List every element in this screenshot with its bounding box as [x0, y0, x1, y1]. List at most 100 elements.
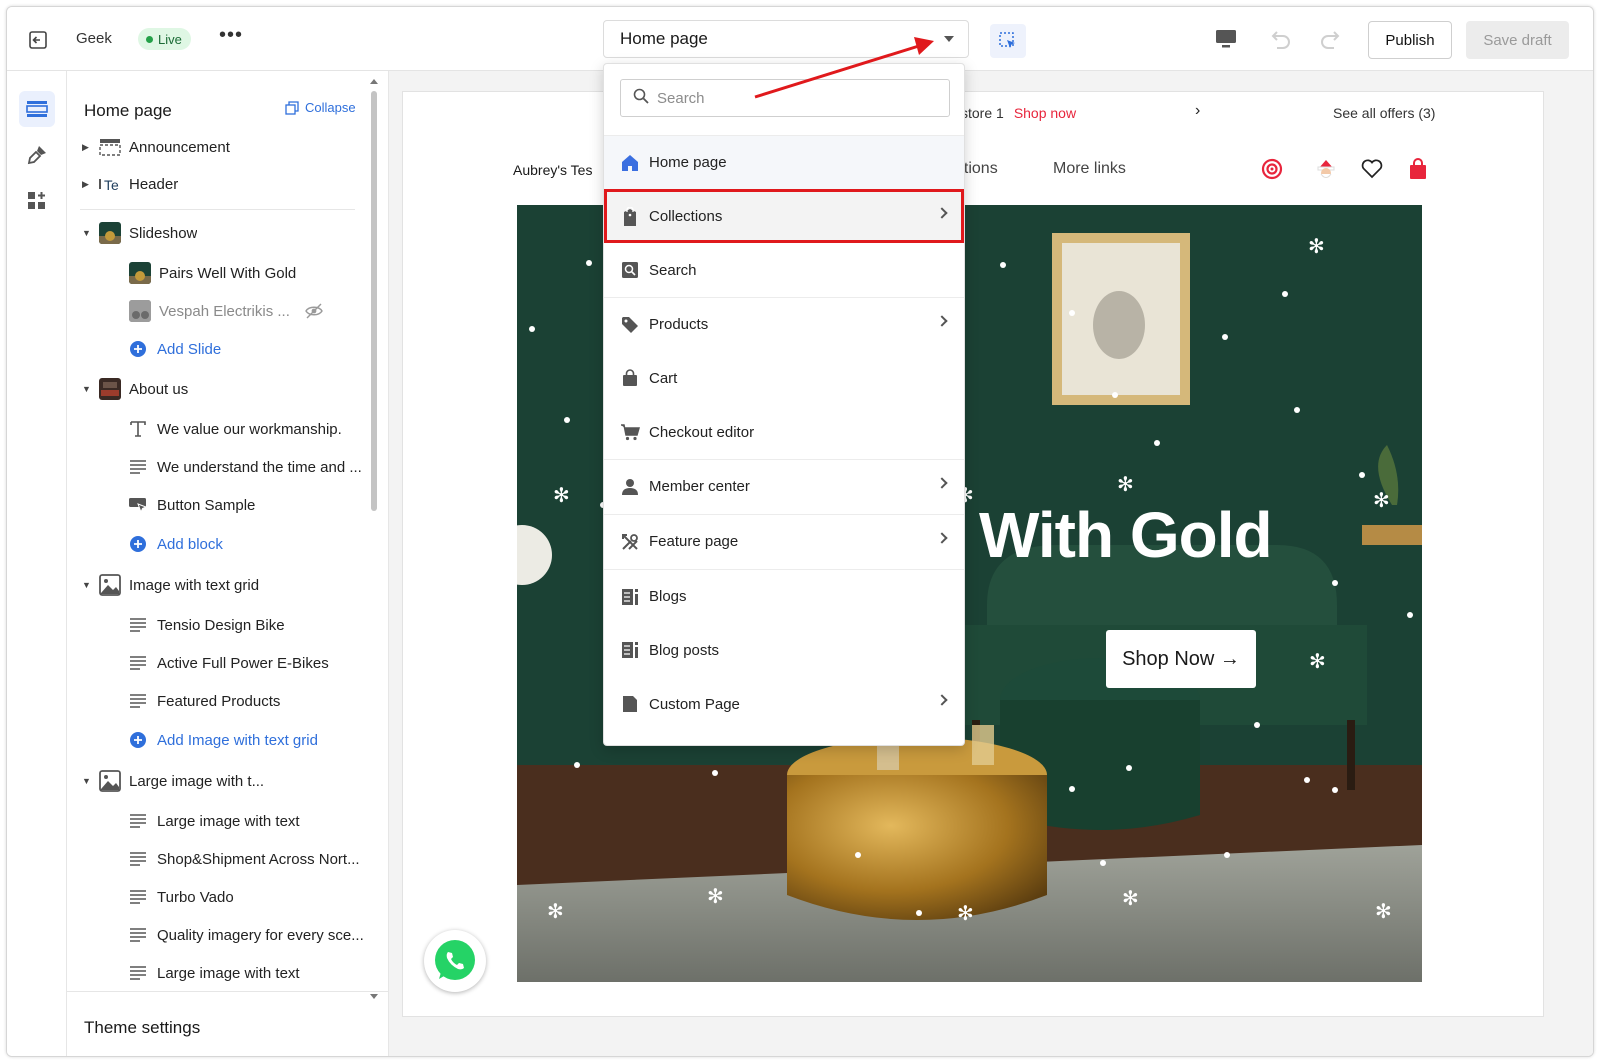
- block-large-1[interactable]: Large image with text: [67, 803, 369, 839]
- page-search-input[interactable]: [657, 89, 937, 107]
- collapse-button[interactable]: Collapse: [285, 100, 356, 115]
- add-block-label: Add block: [157, 535, 223, 553]
- page-selector-label: Home page: [620, 29, 708, 48]
- announcement-bar: store 1 Shop now › See all offers (3): [403, 92, 1543, 134]
- sections-sidebar: Home page Collapse ▶ Announcement ▶ Te H…: [67, 71, 389, 1056]
- add-block-button[interactable]: Add block: [67, 526, 369, 562]
- block-grid-3[interactable]: Featured Products: [67, 683, 369, 719]
- scrollbar-thumb[interactable]: [371, 91, 377, 511]
- section-header[interactable]: ▶ Te Header: [67, 166, 369, 202]
- section-announcement[interactable]: ▶ Announcement: [67, 129, 369, 165]
- publish-button[interactable]: Publish: [1368, 21, 1452, 59]
- text-block-icon: [127, 419, 149, 439]
- santa-icon[interactable]: [1314, 157, 1338, 181]
- exit-editor-icon[interactable]: [27, 29, 49, 51]
- paragraph-block-icon: [127, 811, 149, 831]
- svg-text:✻: ✻: [1117, 472, 1134, 496]
- section-image-with-text-grid[interactable]: ▼ Image with text grid: [67, 567, 369, 603]
- page-search-field[interactable]: [620, 79, 950, 117]
- undo-icon[interactable]: [1268, 29, 1292, 54]
- shopping-bag-icon[interactable]: [1406, 157, 1430, 181]
- svg-text:✻: ✻: [553, 483, 570, 507]
- announcement-shop-link[interactable]: Shop now: [1014, 105, 1076, 121]
- redo-icon[interactable]: [1319, 29, 1343, 54]
- collapse-arrow-icon[interactable]: ▼: [82, 776, 94, 786]
- hidden-eye-icon[interactable]: [305, 303, 323, 323]
- paragraph-block-icon: [127, 887, 149, 907]
- svg-text:✻: ✻: [1375, 899, 1392, 923]
- block-large-2[interactable]: Shop&Shipment Across Nort...: [67, 841, 369, 877]
- menu-item-home-page[interactable]: Home page: [604, 135, 964, 189]
- block-about-2[interactable]: We understand the time and ...: [67, 449, 369, 485]
- chevron-right-icon[interactable]: ›: [1195, 102, 1200, 120]
- section-large-image-with-text[interactable]: ▼ Large image with t...: [67, 763, 369, 799]
- search-page-icon: [620, 260, 640, 280]
- menu-item-member-center[interactable]: Member center: [604, 459, 964, 513]
- expand-arrow-icon[interactable]: ▶: [82, 142, 94, 153]
- cart-icon: [620, 422, 640, 442]
- sections-tab-icon[interactable]: [19, 91, 55, 127]
- apps-blocks-icon[interactable]: [19, 183, 55, 219]
- block-large-4[interactable]: Quality imagery for every sce...: [67, 917, 369, 953]
- target-icon[interactable]: [1260, 157, 1284, 181]
- save-draft-button[interactable]: Save draft: [1466, 21, 1569, 59]
- about-us-thumbnail: [99, 378, 121, 400]
- svg-text:✻: ✻: [1308, 234, 1325, 258]
- inspect-select-icon[interactable]: [990, 24, 1026, 58]
- store-logo-text[interactable]: Aubrey's Tes: [513, 162, 592, 178]
- block-label: Featured Products: [157, 692, 281, 710]
- menu-item-blog-posts[interactable]: Blog posts: [604, 623, 964, 677]
- menu-item-checkout-editor[interactable]: Checkout editor: [604, 405, 964, 459]
- expand-arrow-icon[interactable]: ▶: [82, 179, 94, 190]
- block-about-1[interactable]: We value our workmanship.: [67, 411, 369, 447]
- menu-item-custom-page[interactable]: Custom Page: [604, 677, 964, 731]
- desktop-view-icon[interactable]: [1215, 29, 1237, 54]
- add-image-with-text-grid-button[interactable]: Add Image with text grid: [67, 722, 369, 758]
- block-grid-2[interactable]: Active Full Power E-Bikes: [67, 645, 369, 681]
- block-slide-2[interactable]: Vespah Electrikis ...: [67, 293, 369, 329]
- block-label: Pairs Well With Gold: [159, 264, 297, 282]
- more-options-icon[interactable]: •••: [219, 24, 243, 47]
- add-slide-button[interactable]: Add Slide: [67, 331, 369, 367]
- slideshow-thumbnail: [99, 222, 121, 244]
- block-about-3[interactable]: Button Sample: [67, 487, 369, 523]
- sidebar-scrollbar[interactable]: [369, 79, 379, 999]
- theme-settings-button[interactable]: Theme settings: [67, 991, 389, 1056]
- section-divider: [80, 209, 355, 210]
- collapse-arrow-icon[interactable]: ▼: [82, 580, 94, 590]
- button-block-icon: [127, 495, 149, 515]
- section-slideshow[interactable]: ▼ Slideshow: [67, 215, 369, 251]
- block-grid-1[interactable]: Tensio Design Bike: [67, 607, 369, 643]
- heart-icon[interactable]: [1360, 157, 1384, 181]
- collapse-arrow-icon[interactable]: ▼: [82, 228, 94, 238]
- menu-item-search[interactable]: Search: [604, 243, 964, 297]
- block-large-3[interactable]: Turbo Vado: [67, 879, 369, 915]
- menu-item-collections[interactable]: Collections: [604, 189, 964, 243]
- search-icon: [633, 88, 649, 109]
- block-large-5[interactable]: Large image with text: [67, 955, 369, 991]
- whatsapp-chat-icon[interactable]: [424, 930, 486, 992]
- theme-editor-window: Geek Live ••• Home page Publish Save dra…: [6, 6, 1594, 1057]
- nav-link-more[interactable]: More links: [1053, 160, 1126, 178]
- menu-item-label: Blogs: [649, 588, 687, 605]
- scroll-up-icon[interactable]: [370, 79, 378, 84]
- menu-item-feature-page[interactable]: Feature page: [604, 514, 964, 568]
- block-label: Active Full Power E-Bikes: [157, 654, 329, 672]
- menu-item-products[interactable]: Products: [604, 297, 964, 351]
- collapse-arrow-icon[interactable]: ▼: [82, 384, 94, 394]
- live-status-badge: Live: [138, 28, 191, 50]
- theme-style-brush-icon[interactable]: [19, 137, 55, 173]
- block-label: Button Sample: [157, 496, 256, 514]
- menu-item-label: Custom Page: [649, 695, 740, 713]
- person-icon: [620, 477, 640, 497]
- hero-shop-now-button[interactable]: Shop Now →: [1106, 630, 1256, 688]
- menu-item-cart[interactable]: Cart: [604, 351, 964, 405]
- slide-thumbnail: [129, 262, 151, 284]
- menu-item-blogs[interactable]: Blogs: [604, 569, 964, 623]
- see-all-offers-link[interactable]: See all offers (3): [1333, 105, 1435, 121]
- section-label: Header: [129, 175, 179, 193]
- section-about-us[interactable]: ▼ About us: [67, 371, 369, 407]
- menu-item-label: Search: [649, 261, 697, 279]
- page-selector-dropdown[interactable]: Home page: [603, 20, 969, 58]
- block-slide-1[interactable]: Pairs Well With Gold: [67, 255, 369, 291]
